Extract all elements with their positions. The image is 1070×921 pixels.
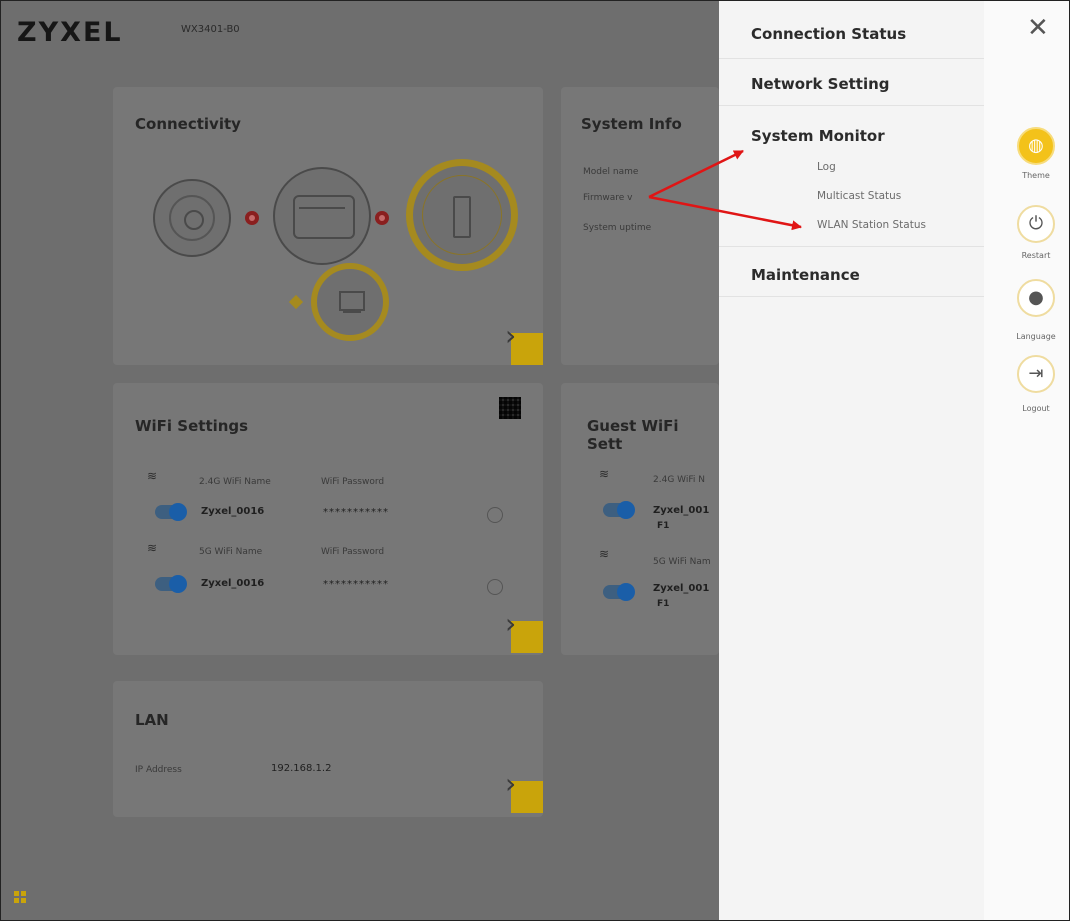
wifi-ssid-tail: F1 [657,599,670,609]
wifi-24g-toggle[interactable] [155,503,187,521]
chevron-right-icon: › [505,767,517,800]
wifi-ssid: Zyxel_0016 [201,578,265,589]
chevron-right-icon: › [505,319,517,352]
wifi-name-label: 5G WiFi Name [199,547,263,557]
wifi-24g-settings-icon[interactable] [487,507,503,523]
status-dot-icon [245,211,259,225]
zyxel-logo: ZYXEL [17,17,123,48]
menu-network-setting[interactable]: Network Setting [751,75,890,93]
wifi-settings-card: WiFi Settings ≋ 2.4G WiFi Name WiFi Pass… [113,383,543,655]
wifi-password: *********** [323,579,389,590]
guest-5g-toggle[interactable] [603,583,635,601]
language-button[interactable]: ● [1017,279,1055,317]
logout-button[interactable]: ⇥ [1017,355,1055,393]
globe-icon: ● [1028,287,1044,308]
link-icon [288,294,304,310]
card-title: LAN [135,711,169,729]
restart-button[interactable]: ⏻ [1017,205,1055,243]
restart-label: Restart [1021,251,1051,260]
divider [719,105,984,106]
model-name-label: Model name [583,167,639,177]
wifi-ssid: Zyxel_0016 [201,506,265,517]
wifi-password: *********** [323,507,389,518]
theme-button[interactable]: ◍ [1017,127,1055,165]
extender-icon[interactable] [406,159,518,271]
wifi-24g-icon: ≋ [599,467,610,481]
wifi-5g-icon: ≋ [147,541,158,555]
logout-icon: ⇥ [1028,363,1044,384]
card-title: WiFi Settings [135,417,249,435]
wifi-5g-icon: ≋ [599,547,610,561]
guest-24g-toggle[interactable] [603,501,635,519]
chevron-right-icon: › [505,607,517,640]
divider [719,296,984,297]
wifi-ssid-tail: F1 [657,521,670,531]
power-icon: ⏻ [1028,213,1044,234]
wifi-more-button[interactable]: › [505,607,543,653]
connectivity-card: Connectivity › [113,87,543,365]
lan-more-button[interactable]: › [505,767,543,813]
wifi-name-label: 2.4G WiFi N [653,475,705,485]
wifi-5g-settings-icon[interactable] [487,579,503,595]
wifi-name-label: 5G WiFi Nam [653,557,711,567]
card-title: System Info [581,115,682,133]
wifi-5g-toggle[interactable] [155,575,187,593]
wifi-24g-icon: ≋ [147,469,158,483]
firmware-label: Firmware v [583,193,633,203]
palette-icon: ◍ [1028,135,1044,156]
card-title: Guest WiFi Sett [587,417,679,453]
client-device-icon[interactable] [311,263,389,341]
menu-maintenance[interactable]: Maintenance [751,266,860,284]
submenu-wlan-station-status[interactable]: WLAN Station Status [817,219,926,231]
ip-address-value: 192.168.1.2 [271,763,332,774]
apps-grid-icon[interactable] [14,891,26,903]
close-icon[interactable]: ✕ [1027,15,1049,41]
model-name: WX3401-B0 [181,24,240,35]
app-window: ZYXEL WX3401-B0 Connectivity › System In… [0,0,1070,921]
wifi-name-label: 2.4G WiFi Name [199,477,271,487]
menu-connection-status[interactable]: Connection Status [751,25,906,43]
language-label: Language [1016,332,1056,341]
wifi-password-label: WiFi Password [321,477,385,487]
uptime-label: System uptime [583,223,652,233]
menu-system-monitor[interactable]: System Monitor [751,127,885,145]
wifi-ssid: Zyxel_001 [653,505,710,516]
wifi-ssid: Zyxel_001 [653,583,710,594]
logout-label: Logout [1022,404,1050,413]
status-dot-icon [375,211,389,225]
submenu-log[interactable]: Log [817,161,836,173]
lan-card: LAN IP Address 192.168.1.2 › [113,681,543,817]
divider [719,246,984,247]
guest-wifi-card: Guest WiFi Sett ≋ 2.4G WiFi N Zyxel_001 … [561,383,719,655]
system-info-card: System Info Model name Firmware v System… [561,87,719,365]
wifi-password-label: WiFi Password [321,547,385,557]
navigation-menu-panel: Connection Status Network Setting System… [719,1,984,920]
modem-icon [273,167,371,265]
connectivity-more-button[interactable]: › [505,319,543,365]
divider [719,58,984,59]
submenu-multicast-status[interactable]: Multicast Status [817,190,901,202]
top-bar: ZYXEL WX3401-B0 [1,1,719,63]
internet-icon [153,179,231,257]
qr-code-icon[interactable] [499,397,521,419]
ip-address-label: IP Address [135,765,182,775]
theme-label: Theme [1022,171,1050,180]
card-title: Connectivity [135,115,241,133]
